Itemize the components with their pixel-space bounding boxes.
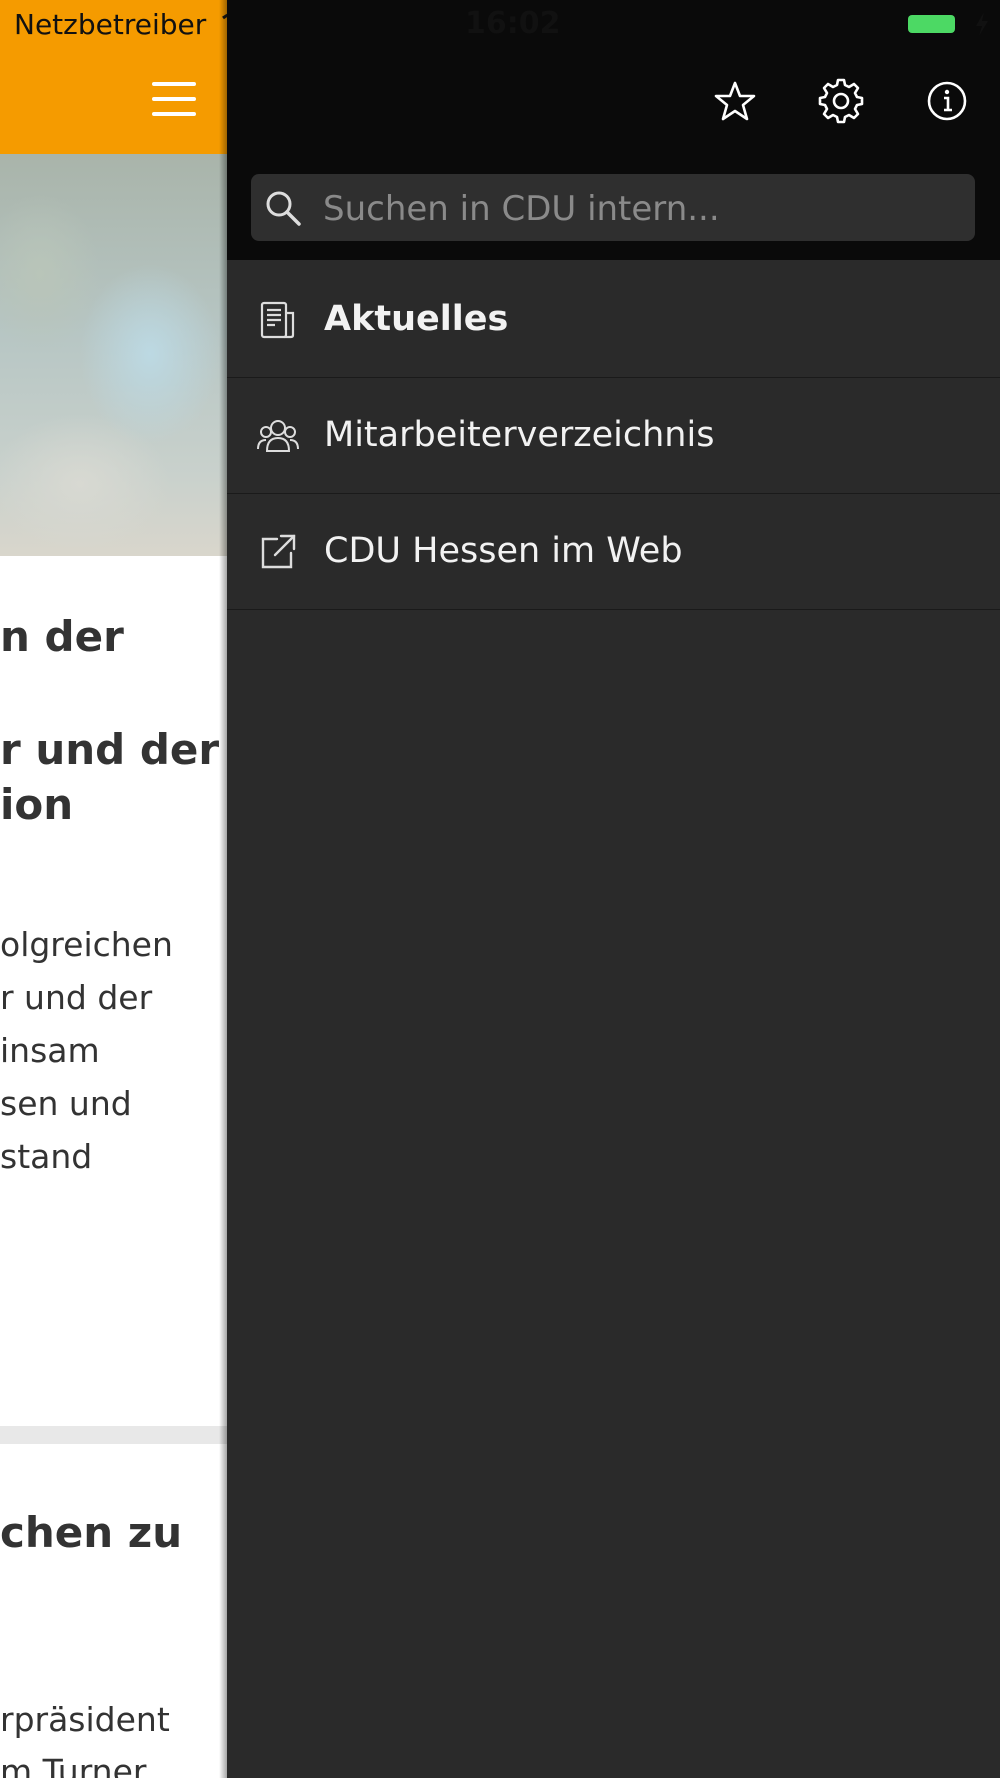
people-icon xyxy=(257,420,299,452)
article-title-line: ion xyxy=(0,780,74,829)
charging-icon xyxy=(976,12,988,36)
external-link-icon xyxy=(261,534,296,569)
info-icon[interactable] xyxy=(924,78,970,124)
hamburger-icon[interactable] xyxy=(150,80,200,120)
article-text-line: sen und xyxy=(0,1084,132,1123)
menu-label: Aktuelles xyxy=(324,299,509,339)
article-image xyxy=(0,154,227,556)
carrier-name: Netzbetreiber xyxy=(14,8,207,41)
battery-icon xyxy=(908,15,955,33)
article-text-line: insam xyxy=(0,1031,100,1070)
drawer-shadow xyxy=(219,0,227,1778)
article-title-line: chen zu xyxy=(0,1508,183,1557)
gear-icon[interactable] xyxy=(818,78,864,124)
content-panel: Netzbetreiber n der r und der ion olgrei… xyxy=(0,0,227,1778)
status-bar-left: Netzbetreiber xyxy=(0,0,227,50)
search-icon xyxy=(266,191,301,226)
newspaper-icon xyxy=(260,301,295,339)
article-text-line: m Turner xyxy=(0,1752,147,1778)
menu-label: CDU Hessen im Web xyxy=(324,531,683,571)
star-icon[interactable] xyxy=(712,78,758,124)
menu-item-cdu-hessen-im-web[interactable]: CDU Hessen im Web xyxy=(227,494,1000,610)
menu-label: Mitarbeiterverzeichnis xyxy=(324,415,715,455)
status-time: 16:02 xyxy=(465,6,561,41)
article-text-line: rpräsident xyxy=(0,1700,170,1739)
article-divider xyxy=(0,1426,227,1444)
article-text-line: stand xyxy=(0,1137,93,1176)
search-input[interactable] xyxy=(321,174,965,243)
navigation-drawer: 16:02 Suchen in CDU intern... Aktuelles … xyxy=(227,0,1000,1778)
article-title-line: r und der xyxy=(0,725,220,774)
menu-item-mitarbeiterverzeichnis[interactable]: Mitarbeiterverzeichnis xyxy=(227,378,1000,494)
menu-item-aktuelles[interactable]: Aktuelles xyxy=(227,262,1000,378)
article-title-line: n der xyxy=(0,612,124,661)
article-text-line: olgreichen xyxy=(0,925,173,964)
search-box[interactable] xyxy=(251,174,975,243)
article-text-line: r und der xyxy=(0,978,153,1017)
